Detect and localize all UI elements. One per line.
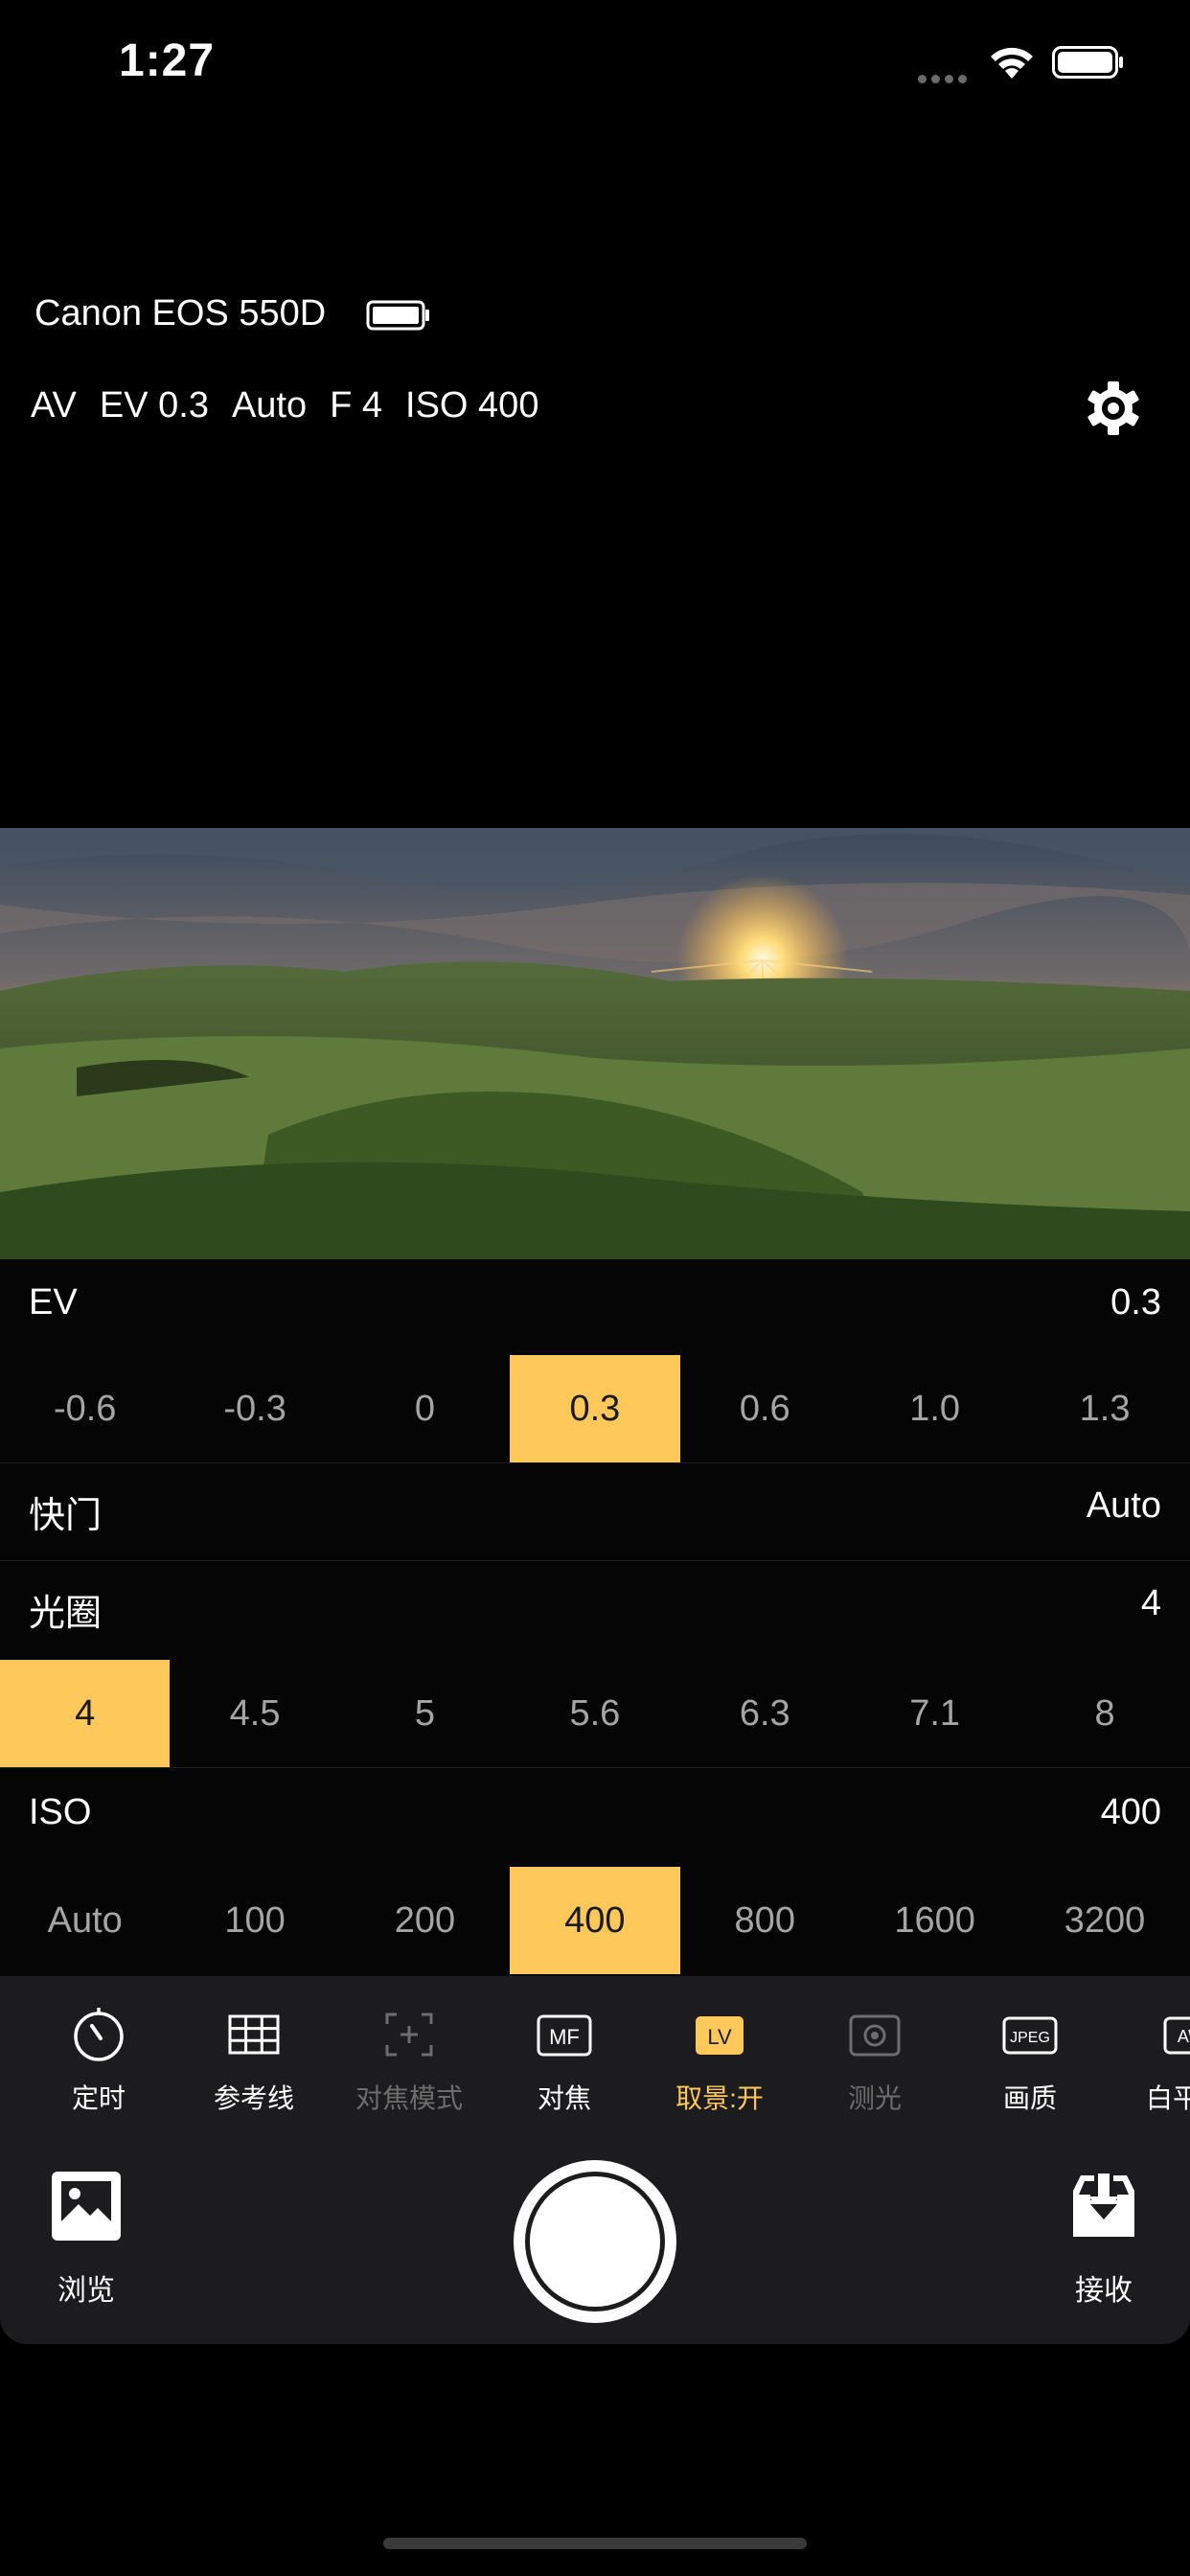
live-view-icon-text: LV (707, 2025, 732, 2049)
iso-label: ISO (29, 1792, 92, 1832)
receive-button[interactable]: 接收 (1037, 2168, 1171, 2309)
ev-label: EV (29, 1282, 78, 1322)
ev-option[interactable]: 0.6 (680, 1355, 850, 1462)
aperture-option[interactable]: 6.3 (680, 1660, 850, 1767)
gallery-icon (52, 2172, 121, 2241)
focus-mode-icon (385, 2012, 433, 2057)
shutter-summary: Auto (231, 385, 308, 426)
grid-icon (228, 2014, 280, 2055)
live-view-label: 取景:开 (675, 2083, 764, 2113)
focus-mode-button[interactable]: 对焦模式 (332, 2005, 487, 2116)
ev-option[interactable]: -0.3 (170, 1355, 339, 1462)
aperture-option[interactable]: 4.5 (170, 1660, 339, 1767)
focus-mode-label: 对焦模式 (355, 2083, 463, 2113)
timer-label: 定时 (71, 2083, 126, 2113)
settings-gear-icon[interactable] (1085, 380, 1142, 437)
iso-option[interactable]: 100 (170, 1867, 339, 1974)
aperture-option[interactable]: 8 (1019, 1660, 1189, 1767)
status-battery-icon (1052, 46, 1123, 79)
browse-button[interactable]: 浏览 (19, 2168, 153, 2309)
iso-value: 400 (1100, 1792, 1161, 1832)
divider (0, 1462, 1190, 1463)
live-view-icon: LV (696, 2016, 744, 2055)
iso-option[interactable]: 200 (340, 1867, 510, 1974)
grid-label: 参考线 (213, 2083, 294, 2113)
iso-summary: ISO 400 (405, 385, 539, 426)
aperture-option[interactable]: 5.6 (510, 1660, 679, 1767)
exposure-summary: AV EV 0.3 Auto F 4 ISO 400 (31, 385, 561, 426)
white-balance-icon-text: AW (1178, 2027, 1190, 2046)
home-indicator[interactable] (383, 2538, 807, 2549)
timer-icon (74, 2008, 124, 2061)
aperture-option[interactable]: 7.1 (850, 1660, 1019, 1767)
mf-icon-text: MF (549, 2025, 580, 2049)
ev-option-selected[interactable]: 0.3 (510, 1355, 680, 1462)
manual-focus-button[interactable]: MF 对焦 (487, 2005, 642, 2116)
ev-option[interactable]: 1.3 (1019, 1355, 1189, 1462)
exposure-parameter-panel: EV 0.3 -0.6 -0.3 0 0.3 0.6 1.0 1.3 快门 Au… (0, 1259, 1190, 1976)
ev-option[interactable]: -0.6 (0, 1355, 170, 1462)
shooting-mode: AV (31, 385, 77, 426)
iso-picker[interactable]: Auto 100 200 400 800 1600 3200 (0, 1867, 1190, 1974)
grid-button[interactable]: 参考线 (176, 2005, 332, 2116)
iso-option[interactable]: 3200 (1019, 1867, 1189, 1974)
divider (0, 1560, 1190, 1561)
aperture-label: 光圈 (29, 1594, 103, 1634)
image-quality-label: 画质 (1002, 2083, 1057, 2113)
aperture-option-selected[interactable]: 4 (0, 1660, 171, 1767)
image-quality-button[interactable]: JPEG 画质 (952, 2005, 1108, 2116)
shutter-button-inner (525, 2172, 665, 2312)
ev-summary: EV 0.3 (99, 385, 209, 426)
metering-icon (849, 2014, 901, 2057)
iso-option[interactable]: Auto (0, 1867, 170, 1974)
iso-option-selected[interactable]: 400 (510, 1867, 680, 1974)
iso-option[interactable]: 1600 (850, 1867, 1019, 1974)
camera-battery-icon (366, 300, 429, 331)
aperture-summary: F 4 (330, 385, 383, 426)
shutter-label: 快门 (29, 1496, 103, 1536)
status-time: 1:27 (119, 35, 216, 86)
receive-label: 接收 (1075, 2275, 1133, 2307)
live-view-button[interactable]: LV 取景:开 (642, 2005, 797, 2116)
cellular-signal-icon (918, 71, 973, 83)
aperture-value: 4 (1140, 1583, 1161, 1623)
ev-value: 0.3 (1110, 1282, 1161, 1322)
white-balance-label: 白平 (1146, 2083, 1190, 2113)
white-balance-icon: AW (1163, 2016, 1190, 2055)
iso-option[interactable]: 800 (680, 1867, 850, 1974)
browse-label: 浏览 (57, 2275, 115, 2307)
metering-label: 测光 (847, 2083, 902, 2113)
metering-button[interactable]: 测光 (797, 2005, 952, 2116)
divider (0, 1767, 1190, 1768)
ev-picker[interactable]: -0.6 -0.3 0 0.3 0.6 1.0 1.3 (0, 1355, 1190, 1462)
wifi-icon (991, 47, 1033, 79)
aperture-option[interactable]: 5 (340, 1660, 510, 1767)
ev-option[interactable]: 1.0 (850, 1355, 1019, 1462)
shutter-value[interactable]: Auto (1087, 1485, 1161, 1527)
shutter-button[interactable] (514, 2160, 676, 2323)
jpeg-icon-text: JPEG (1010, 2030, 1050, 2046)
white-balance-button[interactable]: AW 白平 (1108, 2005, 1190, 2116)
mf-icon: MF (537, 2014, 592, 2057)
ev-option[interactable]: 0 (340, 1355, 510, 1462)
jpeg-icon: JPEG (1002, 2016, 1058, 2055)
live-view-preview[interactable] (0, 828, 1190, 1259)
timer-button[interactable]: 定时 (21, 2005, 176, 2116)
camera-model-name: Canon EOS 550D (34, 293, 327, 334)
aperture-picker[interactable]: 4 4.5 5 5.6 6.3 7.1 8 (0, 1660, 1190, 1767)
download-tray-icon (1073, 2174, 1134, 2237)
manual-focus-label: 对焦 (537, 2083, 591, 2113)
